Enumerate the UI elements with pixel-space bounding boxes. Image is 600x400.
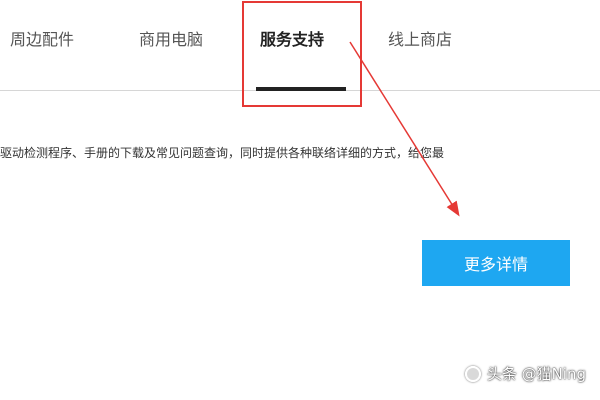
annotation-highlight-box <box>242 1 362 107</box>
more-details-button[interactable]: 更多详情 <box>422 240 570 286</box>
watermark-text: 头条 @猫Ning <box>486 365 586 383</box>
tab-online-store[interactable]: 线上商店 <box>388 26 452 50</box>
service-description: 驱动检测程序、手册的下载及常见问题查询，同时提供各种联络详细的方式，给您最 <box>0 146 445 160</box>
watermark: 头条 @猫Ning <box>464 363 586 384</box>
tab-accessories[interactable]: 周边配件 <box>10 26 74 50</box>
watermark-logo-icon <box>464 365 481 382</box>
tab-business-pc[interactable]: 商用电脑 <box>139 26 203 50</box>
